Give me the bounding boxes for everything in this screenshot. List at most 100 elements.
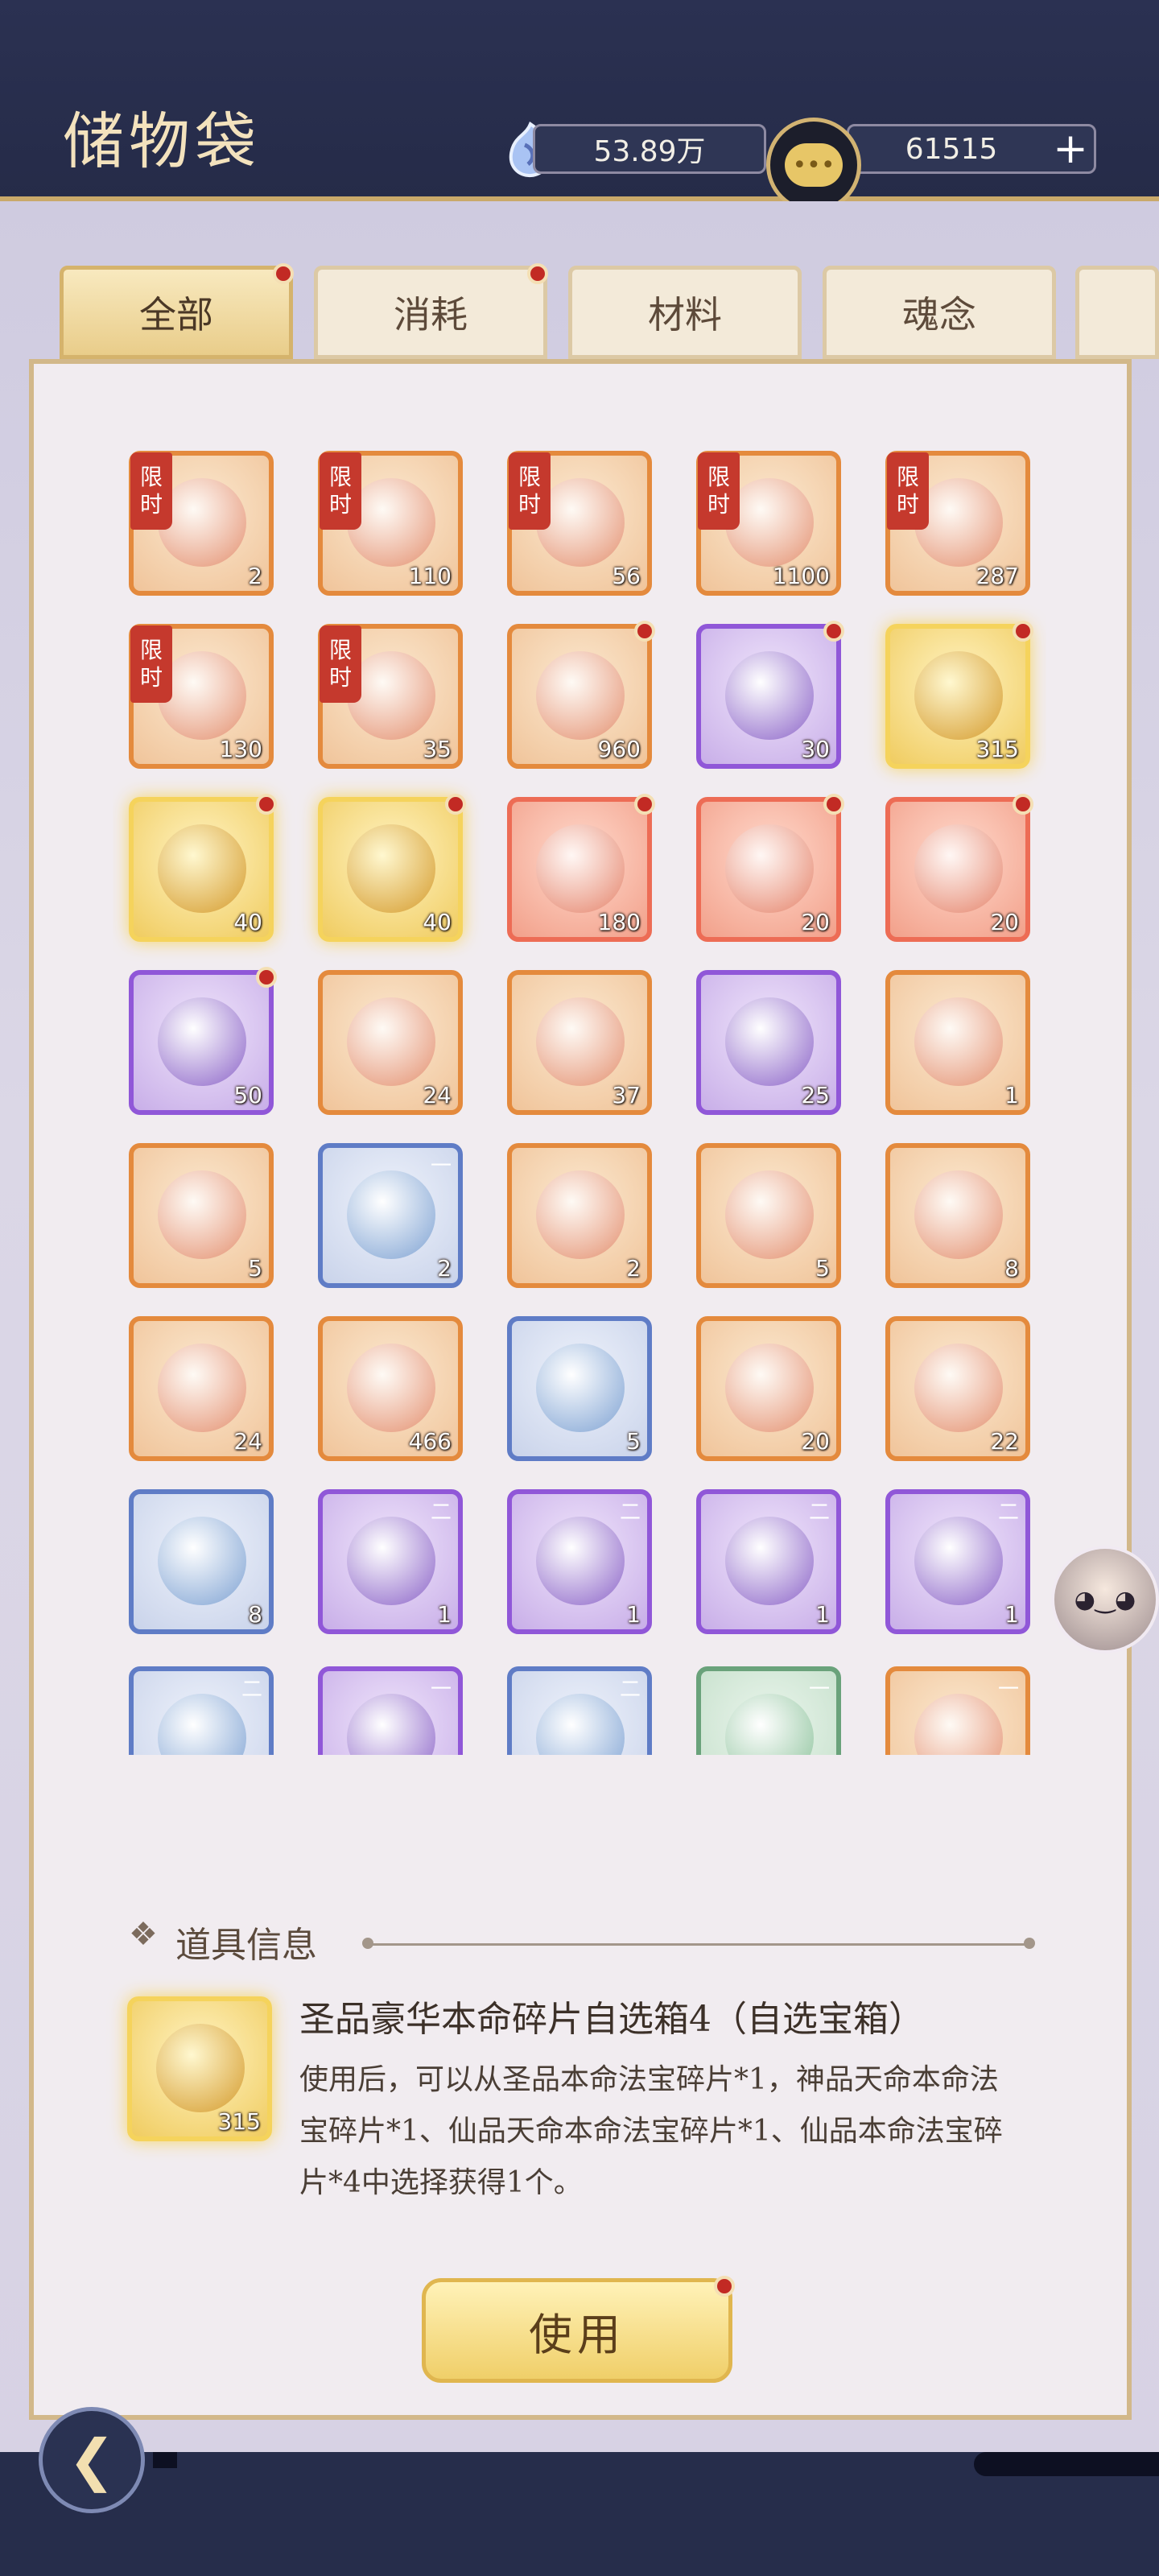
page-title: 储物袋 [63, 105, 261, 177]
item-count: 315 [975, 736, 1019, 762]
item-count: 1 [1004, 1601, 1019, 1628]
inventory-item[interactable]: 40 [129, 794, 277, 942]
inventory-item[interactable]: 二1 [507, 1489, 652, 1634]
tab-soul-label: 魂念 [902, 293, 976, 336]
item-image [914, 1170, 1003, 1259]
item-image [725, 1344, 814, 1432]
limited-time-char: 限 [518, 464, 541, 491]
item-image [347, 997, 435, 1086]
limited-time-char: 时 [139, 491, 163, 518]
item-new-badge [634, 794, 655, 815]
inventory-item[interactable]: 一 [885, 1666, 1030, 1755]
item-image [536, 824, 625, 913]
inventory-item[interactable]: 二1 [318, 1489, 463, 1634]
footer-ornament [153, 2452, 177, 2468]
inventory-item[interactable]: 20 [885, 794, 1033, 942]
item-count: 20 [990, 909, 1019, 935]
item-new-badge [445, 794, 466, 815]
item-count: 40 [233, 909, 262, 935]
item-grade: 二 [619, 1501, 641, 1525]
spirit-currency-value: 53.89万 [593, 135, 706, 168]
tab-all[interactable]: 全部 [60, 263, 294, 359]
inventory-item[interactable]: 8 [129, 1489, 274, 1634]
item-image [347, 824, 435, 913]
inventory-item[interactable]: 25 [696, 970, 841, 1115]
inventory-item[interactable]: 30 [696, 621, 844, 769]
item-image [347, 1694, 435, 1755]
selected-item-count: 315 [217, 2108, 261, 2135]
inventory-item[interactable]: 960 [507, 621, 655, 769]
item-new-badge [634, 621, 655, 642]
limited-time-tag: 限时 [509, 452, 551, 530]
inventory-item[interactable]: 一 [318, 1666, 463, 1755]
inventory-item[interactable]: 限时 35 [318, 624, 463, 769]
inventory-item[interactable]: 22 [885, 1316, 1030, 1461]
item-count: 5 [626, 1428, 641, 1455]
limited-time-tag: 限时 [130, 452, 172, 530]
item-grid[interactable]: 限时 2 限时 110 限时 56 限时 1100 限时 287 限时 130 限时 35 960 30 315… [113, 435, 1046, 1755]
back-button[interactable]: ❮ [39, 2407, 145, 2513]
tab-consumables-label: 消耗 [394, 293, 468, 336]
inventory-item[interactable]: 20 [696, 1316, 841, 1461]
item-image [347, 1170, 435, 1259]
inventory-item[interactable]: 限时 287 [885, 451, 1030, 596]
item-count: 130 [219, 736, 262, 762]
inventory-item[interactable]: 二 [129, 1666, 274, 1755]
inventory-item[interactable]: 37 [507, 970, 652, 1115]
item-new-badge [1013, 794, 1033, 815]
inventory-item[interactable]: 限时 110 [318, 451, 463, 596]
inventory-item[interactable]: 8 [885, 1143, 1030, 1288]
limited-time-char: 限 [328, 637, 352, 664]
use-button-label: 使用 [529, 2309, 625, 2360]
tab-more[interactable] [1075, 266, 1159, 359]
inventory-item[interactable]: 限时 1100 [696, 451, 841, 596]
inventory-item[interactable]: 二1 [696, 1489, 841, 1634]
item-description: 使用后，可以从圣品本命法宝碎片*1，神品天命本命法宝碎片*1、仙品天命本命法宝碎… [299, 2063, 1003, 2199]
inventory-item[interactable]: 二1 [885, 1489, 1030, 1634]
info-divider [362, 1938, 1035, 1949]
inventory-item[interactable]: 5 [696, 1143, 841, 1288]
inventory-item[interactable]: 一2 [318, 1143, 463, 1288]
item-image [347, 1517, 435, 1605]
item-image [914, 1517, 1003, 1605]
inventory-item[interactable]: 5 [507, 1316, 652, 1461]
inventory-item[interactable]: 1 [885, 970, 1030, 1115]
item-grade: 二 [808, 1501, 830, 1525]
companion-avatar-icon[interactable]: ◕‿◕ [1051, 1546, 1159, 1653]
inventory-item[interactable]: 二 [507, 1666, 652, 1755]
inventory-item[interactable]: 一 [696, 1666, 841, 1755]
limited-time-char: 时 [896, 491, 919, 518]
inventory-item[interactable]: 20 [696, 794, 844, 942]
inventory-item[interactable]: 24 [129, 1316, 274, 1461]
item-count: 180 [597, 909, 641, 935]
item-count: 1100 [772, 563, 830, 589]
item-count: 25 [801, 1082, 830, 1108]
item-image [536, 651, 625, 740]
use-button[interactable]: 使用 [422, 2276, 735, 2383]
inventory-item[interactable]: 40 [318, 794, 466, 942]
tab-soul[interactable]: 魂念 [823, 266, 1056, 359]
tab-consumables[interactable]: 消耗 [314, 263, 548, 359]
add-coin-button[interactable]: + [1046, 124, 1095, 174]
item-grade: 一 [808, 1678, 830, 1702]
inventory-item[interactable]: 50 [129, 967, 277, 1115]
inventory-item[interactable]: 限时 56 [507, 451, 652, 596]
inventory-item[interactable]: 2 [507, 1143, 652, 1288]
inventory-item[interactable]: 5 [129, 1143, 274, 1288]
limited-time-tag: 限时 [320, 452, 361, 530]
item-new-badge [256, 794, 277, 815]
limited-time-tag: 限时 [320, 625, 361, 703]
tab-materials[interactable]: 材料 [568, 266, 802, 359]
back-arrow-icon: ❮ [68, 2427, 116, 2493]
inventory-item[interactable]: 180 [507, 794, 655, 942]
inventory-item[interactable]: 24 [318, 970, 463, 1115]
item-image [536, 1170, 625, 1259]
item-new-badge [823, 794, 844, 815]
inventory-item[interactable]: 限时 130 [129, 624, 274, 769]
item-count: 1 [626, 1601, 641, 1628]
tab-materials-label: 材料 [648, 293, 722, 336]
limited-time-char: 时 [328, 491, 352, 518]
inventory-item[interactable]: 315 [885, 621, 1033, 769]
inventory-item[interactable]: 限时 2 [129, 451, 274, 596]
inventory-item[interactable]: 466 [318, 1316, 463, 1461]
